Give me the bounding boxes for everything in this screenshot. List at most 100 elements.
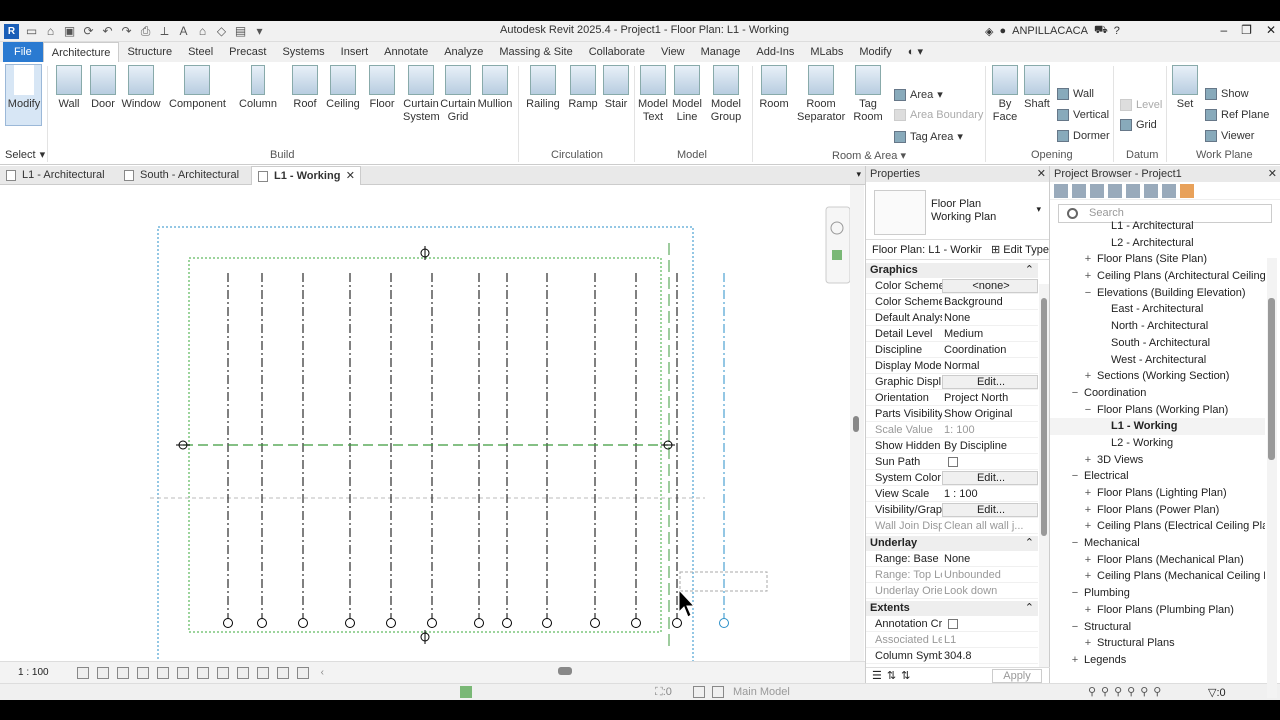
shaft-button[interactable]: Shaft	[1022, 65, 1052, 111]
close-icon[interactable]: ✕	[1266, 23, 1276, 37]
browser-item[interactable]: + Legends	[1050, 652, 1265, 669]
property-row[interactable]: Detail Level Medium	[866, 326, 1038, 342]
view-tab[interactable]: L1 - Architectural	[0, 166, 117, 185]
wall-button[interactable]: Wall	[55, 65, 83, 111]
collapse-icon[interactable]: −	[1070, 619, 1080, 636]
tabs-dropdown-icon[interactable]: ▾	[856, 169, 861, 180]
collapse-icon[interactable]: ⌃	[1025, 601, 1034, 616]
selection-count[interactable]: ⛶:0	[655, 686, 672, 699]
browser-item[interactable]: L1 - Working	[1050, 418, 1265, 435]
modify-button[interactable]: Modify	[7, 65, 41, 111]
browser-item[interactable]: − Electrical	[1050, 468, 1265, 485]
ribbon-tab-add-ins[interactable]: Add-Ins	[748, 42, 802, 62]
expand-icon[interactable]: +	[1083, 568, 1093, 585]
property-value[interactable]: Background	[942, 294, 1038, 309]
ramp-button[interactable]: Ramp	[567, 65, 599, 111]
property-value[interactable]	[942, 616, 1038, 631]
ribbon-tab-systems[interactable]: Systems	[274, 42, 332, 62]
family-icon[interactable]	[1126, 184, 1140, 198]
property-checkbox[interactable]	[948, 619, 958, 630]
grid-head[interactable]	[386, 618, 396, 628]
component-button[interactable]: Component	[169, 65, 226, 111]
property-row[interactable]: View Scale 1 : 100	[866, 486, 1038, 502]
property-row[interactable]: Sun Path	[866, 454, 1038, 470]
worksharing-icon[interactable]	[256, 666, 269, 679]
show-button[interactable]: Show	[1205, 88, 1249, 100]
property-row[interactable]: Parts Visibility Show Original	[866, 406, 1038, 422]
select-menu[interactable]: Select ▾	[5, 148, 45, 162]
undo-icon[interactable]: ↶	[100, 24, 115, 39]
browser-item[interactable]: + Structural Plans	[1050, 635, 1265, 652]
browser-item[interactable]: + Floor Plans (Site Plan)	[1050, 251, 1265, 268]
by-face-button[interactable]: By Face	[990, 65, 1020, 124]
close-tab-icon[interactable]: ✕	[346, 167, 355, 186]
property-button[interactable]: <none>	[942, 279, 1038, 293]
open-icon[interactable]: ▭	[24, 24, 39, 39]
ribbon-tab-mlabs[interactable]: MLabs	[802, 42, 851, 62]
property-row[interactable]: System Color ...Edit...	[866, 470, 1038, 486]
elevation-marker-left[interactable]	[176, 440, 190, 450]
property-row[interactable]: Default Analys...None	[866, 310, 1038, 326]
ribbon-tab-precast[interactable]: Precast	[221, 42, 274, 62]
room-button[interactable]: Room	[757, 65, 791, 111]
grid-head[interactable]	[502, 618, 512, 628]
edit-type-button[interactable]: ⊞ Edit Type	[991, 240, 1049, 260]
ribbon-tab-view[interactable]: View	[653, 42, 693, 62]
floor-plan-drawing[interactable]	[0, 185, 851, 665]
binoculars-icon[interactable]: ◈	[985, 25, 993, 38]
collapse-icon[interactable]: −	[1070, 468, 1080, 485]
model-line-button[interactable]: Model Line	[671, 65, 703, 124]
tag-room-button[interactable]: Tag Room	[851, 65, 885, 124]
column-button[interactable]: Column	[239, 65, 277, 111]
wall-opening-button[interactable]: Wall	[1057, 88, 1094, 100]
vertical-opening-button[interactable]: Vertical	[1057, 109, 1109, 121]
curtain-grid-button[interactable]: Curtain Grid	[440, 65, 476, 124]
property-row[interactable]: Wall Join Disp...Clean all wall j...	[866, 518, 1038, 534]
dormer-button[interactable]: Dormer	[1057, 130, 1110, 142]
property-row[interactable]: Orientation Project North	[866, 390, 1038, 406]
sort-icons[interactable]: ☰⇅⇅	[872, 669, 915, 682]
section-extents[interactable]: Extents ⌃	[866, 601, 1038, 616]
expand-icon[interactable]: +	[1083, 602, 1093, 619]
grid-head-selected[interactable]	[719, 618, 729, 628]
sun-path-icon[interactable]	[116, 666, 129, 679]
expand-icon[interactable]: +	[1083, 518, 1093, 535]
redo-icon[interactable]: ↷	[119, 24, 134, 39]
property-row[interactable]: Display Model Normal	[866, 358, 1038, 374]
roof-button[interactable]: Roof	[290, 65, 320, 111]
section-underlay[interactable]: Underlay ⌃	[866, 536, 1038, 551]
room-separator-button[interactable]: Room Separator	[797, 65, 845, 124]
3d-view-icon[interactable]: ⌂	[195, 24, 210, 39]
grid-head[interactable]	[474, 618, 484, 628]
table-icon[interactable]	[1108, 184, 1122, 198]
link-icon[interactable]	[1162, 184, 1176, 198]
crop-view-icon[interactable]	[156, 666, 169, 679]
browser-item[interactable]: − Elevations (Building Elevation)	[1050, 285, 1265, 302]
open-folder-icon[interactable]: ⌂	[43, 24, 58, 39]
measure-icon[interactable]: ⟂	[157, 24, 172, 39]
browser-item[interactable]: + Floor Plans (Mechanical Plan)	[1050, 552, 1265, 569]
viewer-button[interactable]: Viewer	[1205, 130, 1254, 142]
property-row[interactable]: Color Scheme <none>	[866, 278, 1038, 294]
instance-selector[interactable]: Floor Plan: L1 - Workir ⊞ Edit Type	[866, 240, 1049, 260]
show-crop-icon[interactable]	[176, 666, 189, 679]
ribbon-tab-analyze[interactable]: Analyze	[436, 42, 491, 62]
editable-only-icon[interactable]	[712, 686, 724, 698]
grid-head[interactable]	[257, 618, 267, 628]
browser-scroll-thumb[interactable]	[1268, 298, 1275, 460]
collapse-icon[interactable]: −	[1070, 535, 1080, 552]
grid-head[interactable]	[672, 618, 682, 628]
elevation-marker-right[interactable]	[661, 440, 675, 450]
analytical-icon[interactable]	[276, 666, 289, 679]
browser-item[interactable]: L2 - Architectural	[1050, 235, 1265, 252]
home-icon[interactable]	[1054, 184, 1068, 198]
revit-logo[interactable]: R	[4, 24, 19, 39]
design-options-icon[interactable]	[693, 686, 705, 698]
grid-head[interactable]	[631, 618, 641, 628]
section-icon[interactable]: ◇	[214, 24, 229, 39]
browser-item[interactable]: West - Architectural	[1050, 352, 1265, 369]
collapse-icon[interactable]: −	[1070, 385, 1080, 402]
temporary-hide-icon[interactable]	[216, 666, 229, 679]
expand-icon[interactable]: +	[1070, 652, 1080, 669]
property-button[interactable]: Edit...	[942, 503, 1038, 517]
